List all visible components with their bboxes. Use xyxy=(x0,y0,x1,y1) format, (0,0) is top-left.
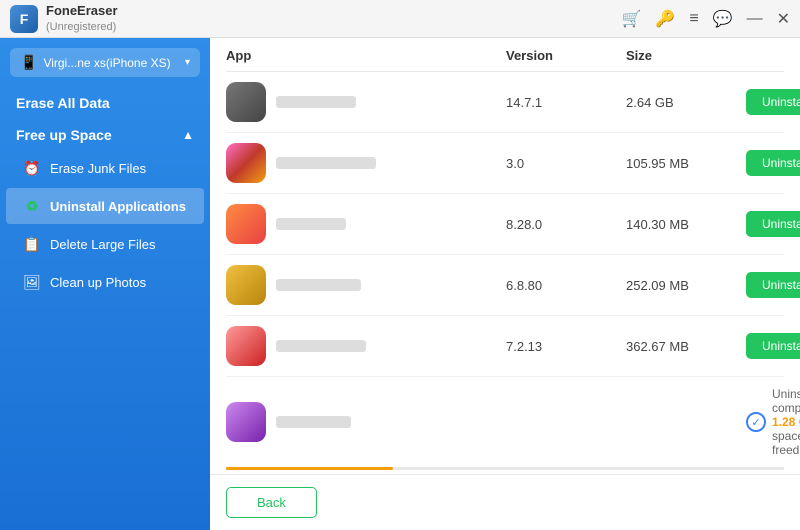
app-cell-1 xyxy=(226,82,506,122)
app-icon-4 xyxy=(226,265,266,305)
version-1: 14.7.1 xyxy=(506,95,626,110)
size-1: 2.64 GB xyxy=(626,95,746,110)
content-area: App Version Size 14.7.1 2.64 GB Uninstal… xyxy=(210,38,800,530)
sidebar-item-uninstall-apps[interactable]: ♻ Uninstall Applications xyxy=(6,188,204,224)
action-3: Uninstall xyxy=(746,211,800,237)
app-cell-3 xyxy=(226,204,506,244)
freed-size-6: 1.28 GB xyxy=(772,415,800,429)
size-4: 252.09 MB xyxy=(626,278,746,293)
erase-all-data-label: Erase All Data xyxy=(16,95,110,111)
app-icon-5 xyxy=(226,326,266,366)
sidebar-section-erase[interactable]: Erase All Data xyxy=(0,83,210,117)
chat-icon[interactable]: 💬 xyxy=(713,9,733,29)
progress-fill xyxy=(226,467,393,470)
size-2: 105.95 MB xyxy=(626,156,746,171)
app-cell-4 xyxy=(226,265,506,305)
action-6: ✓ Uninstall completed, 1.28 GB space is … xyxy=(746,387,800,457)
uninstall-button-5[interactable]: Uninstall xyxy=(746,333,800,359)
check-icon-6: ✓ xyxy=(746,412,766,432)
size-5: 362.67 MB xyxy=(626,339,746,354)
app-name: FoneEraser xyxy=(46,3,118,20)
sidebar-item-photos-label: Clean up Photos xyxy=(50,275,146,290)
table-row: 6.8.80 252.09 MB Uninstall xyxy=(226,255,784,316)
action-4: Uninstall xyxy=(746,272,800,298)
cart-icon[interactable]: 🛒 xyxy=(621,9,641,29)
sidebar-item-erase-junk[interactable]: ⏰ Erase Junk Files xyxy=(6,150,204,186)
clock-icon: ⏰ xyxy=(22,158,42,178)
phone-icon: 📱 xyxy=(20,54,37,71)
collapse-icon[interactable]: ▲ xyxy=(182,128,194,142)
sidebar-item-delete-label: Delete Large Files xyxy=(50,237,156,252)
minimize-button[interactable]: — xyxy=(747,10,763,28)
app-name-blur-6 xyxy=(276,416,351,428)
app-cell-6 xyxy=(226,402,506,442)
menu-icon[interactable]: ≡ xyxy=(689,10,698,28)
close-button[interactable]: ✕ xyxy=(777,9,790,29)
app-icon-2 xyxy=(226,143,266,183)
table-row: 3.0 105.95 MB Uninstall xyxy=(226,133,784,194)
sidebar-section-free-up: Free up Space ▲ xyxy=(0,117,210,149)
key-icon[interactable]: 🔑 xyxy=(655,9,675,29)
version-5: 7.2.13 xyxy=(506,339,626,354)
sidebar-item-erase-junk-label: Erase Junk Files xyxy=(50,161,146,176)
action-2: Uninstall xyxy=(746,150,800,176)
action-5: Uninstall xyxy=(746,333,800,359)
app-name-blur-1 xyxy=(276,96,356,108)
uninstall-button-3[interactable]: Uninstall xyxy=(746,211,800,237)
table-row: 14.7.1 2.64 GB Uninstall xyxy=(226,72,784,133)
device-name: Virgi...ne xs(iPhone XS) xyxy=(43,56,185,70)
main-layout: 📱 Virgi...ne xs(iPhone XS) ▾ Erase All D… xyxy=(0,38,800,530)
device-selector[interactable]: 📱 Virgi...ne xs(iPhone XS) ▾ xyxy=(10,48,200,77)
app-subtitle: (Unregistered) xyxy=(46,20,118,34)
col-app: App xyxy=(226,48,506,63)
col-action xyxy=(746,48,784,63)
app-cell-5 xyxy=(226,326,506,366)
progress-strip xyxy=(226,467,784,470)
table-row: ✓ Uninstall completed, 1.28 GB space is … xyxy=(226,377,784,467)
title-bar-controls: 🛒 🔑 ≡ 💬 — ✕ xyxy=(621,9,790,29)
file-icon: 📋 xyxy=(22,234,42,254)
app-name-blur-3 xyxy=(276,218,346,230)
sidebar-item-clean-photos[interactable]: 🖼 Clean up Photos xyxy=(6,264,204,300)
uninstall-button-2[interactable]: Uninstall xyxy=(746,150,800,176)
sidebar-item-uninstall-label: Uninstall Applications xyxy=(50,199,186,214)
app-name-blur-4 xyxy=(276,279,361,291)
chevron-down-icon: ▾ xyxy=(185,57,190,68)
app-logo: F xyxy=(10,5,38,33)
version-4: 6.8.80 xyxy=(506,278,626,293)
version-3: 8.28.0 xyxy=(506,217,626,232)
col-version: Version xyxy=(506,48,626,63)
uninstall-button-1[interactable]: Uninstall xyxy=(746,89,800,115)
sidebar-item-delete-large[interactable]: 📋 Delete Large Files xyxy=(6,226,204,262)
app-name-blur-5 xyxy=(276,340,366,352)
app-icon-3 xyxy=(226,204,266,244)
completed-message-6: ✓ Uninstall completed, 1.28 GB space is … xyxy=(746,387,800,457)
title-bar: F FoneEraser (Unregistered) 🛒 🔑 ≡ 💬 — ✕ xyxy=(0,0,800,38)
recycle-icon: ♻ xyxy=(22,196,42,216)
action-1: Uninstall xyxy=(746,89,800,115)
col-size: Size xyxy=(626,48,746,63)
app-title-group: FoneEraser (Unregistered) xyxy=(46,3,118,34)
completed-text-6: Uninstall completed, 1.28 GB space is fr… xyxy=(772,387,800,457)
app-icon-1 xyxy=(226,82,266,122)
free-up-space-label: Free up Space xyxy=(16,127,112,143)
app-icon-6 xyxy=(226,402,266,442)
table-header: App Version Size xyxy=(226,38,784,72)
table-row: 7.2.13 362.67 MB Uninstall xyxy=(226,316,784,377)
table-row: 8.28.0 140.30 MB Uninstall xyxy=(226,194,784,255)
app-table: App Version Size 14.7.1 2.64 GB Uninstal… xyxy=(210,38,800,467)
app-cell-2 xyxy=(226,143,506,183)
bottom-bar: Back xyxy=(210,474,800,530)
version-2: 3.0 xyxy=(506,156,626,171)
photo-icon: 🖼 xyxy=(22,272,42,292)
size-3: 140.30 MB xyxy=(626,217,746,232)
back-button[interactable]: Back xyxy=(226,487,317,518)
sidebar: 📱 Virgi...ne xs(iPhone XS) ▾ Erase All D… xyxy=(0,38,210,530)
uninstall-button-4[interactable]: Uninstall xyxy=(746,272,800,298)
app-name-blur-2 xyxy=(276,157,376,169)
